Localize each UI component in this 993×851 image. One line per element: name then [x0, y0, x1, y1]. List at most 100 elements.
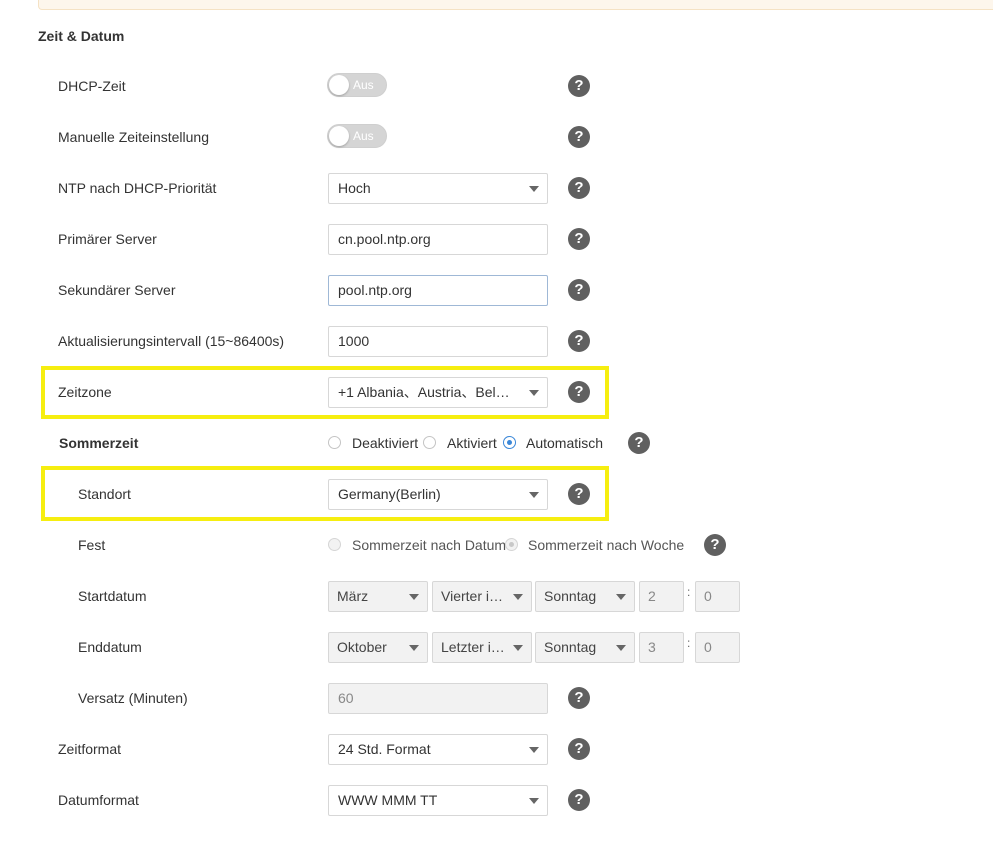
- chevron-down-icon: [529, 186, 539, 192]
- primary-server-label: Primärer Server: [58, 231, 157, 247]
- select-value: Sonntag: [544, 588, 597, 604]
- help-icon[interactable]: ?: [568, 789, 590, 811]
- start-hour-input[interactable]: 2: [639, 581, 684, 612]
- start-day-select[interactable]: Sonntag: [535, 581, 635, 612]
- row-date-format: Datumformat WWW MMM TT ?: [0, 780, 993, 820]
- time-format-label: Zeitformat: [58, 741, 122, 757]
- row-ntp-priority: NTP nach DHCP-Priorität Hoch ?: [0, 168, 993, 208]
- help-icon[interactable]: ?: [704, 534, 726, 556]
- date-format-select[interactable]: WWW MMM TT: [328, 785, 548, 816]
- offset-input[interactable]: 60: [328, 683, 548, 714]
- toggle-state-text: Aus: [353, 78, 374, 92]
- start-minute-input[interactable]: 0: [695, 581, 740, 612]
- manual-time-toggle[interactable]: Aus: [327, 124, 387, 148]
- update-interval-input[interactable]: 1000: [328, 326, 548, 357]
- end-day-select[interactable]: Sonntag: [535, 632, 635, 663]
- row-dst: Sommerzeit Deaktiviert Aktiviert Automat…: [0, 423, 993, 463]
- toggle-knob: [329, 75, 349, 95]
- timezone-label: Zeitzone: [58, 384, 112, 400]
- input-value: 1000: [338, 333, 370, 349]
- select-value: WWW MMM TT: [338, 792, 438, 808]
- location-select[interactable]: Germany(Berlin): [328, 479, 548, 510]
- dst-radio-enabled[interactable]: [423, 436, 436, 449]
- fixed-radio-by-date[interactable]: [328, 538, 341, 551]
- row-location: Standort Germany(Berlin) ?: [0, 474, 993, 514]
- location-label: Standort: [78, 486, 131, 502]
- notice-bar: [38, 0, 993, 10]
- manual-time-label: Manuelle Zeiteinstellung: [58, 129, 209, 145]
- toggle-knob: [329, 126, 349, 146]
- end-week-select[interactable]: Letzter i…: [432, 632, 532, 663]
- select-value: Sonntag: [544, 639, 597, 655]
- input-value: pool.ntp.org: [338, 282, 412, 298]
- select-value: Oktober: [337, 639, 387, 655]
- chevron-down-icon: [529, 747, 539, 753]
- time-separator: :: [687, 585, 691, 599]
- fixed-radio-by-week[interactable]: [505, 538, 518, 551]
- dhcp-time-label: DHCP-Zeit: [58, 78, 126, 94]
- dst-radio-disabled[interactable]: [328, 436, 341, 449]
- end-month-select[interactable]: Oktober: [328, 632, 428, 663]
- select-value: Letzter i…: [441, 639, 505, 655]
- help-icon[interactable]: ?: [568, 381, 590, 403]
- ntp-priority-select[interactable]: Hoch: [328, 173, 548, 204]
- row-start-date: Startdatum März Vierter i… Sonntag 2 : 0: [0, 576, 993, 616]
- help-icon[interactable]: ?: [628, 432, 650, 454]
- timezone-select[interactable]: +1 Albania、Austria、Belgium、Bosnia…: [328, 377, 548, 408]
- help-icon[interactable]: ?: [568, 126, 590, 148]
- dhcp-time-toggle[interactable]: Aus: [327, 73, 387, 97]
- input-value: 0: [704, 639, 712, 655]
- input-value: 0: [704, 588, 712, 604]
- offset-label: Versatz (Minuten): [78, 690, 188, 706]
- select-value: 24 Std. Format: [338, 741, 431, 757]
- select-value: März: [337, 588, 369, 604]
- help-icon[interactable]: ?: [568, 228, 590, 250]
- update-interval-label: Aktualisierungsintervall (15~86400s): [58, 333, 285, 349]
- input-value: 2: [648, 588, 656, 604]
- section-title: Zeit & Datum: [38, 28, 125, 44]
- start-week-select[interactable]: Vierter i…: [432, 581, 532, 612]
- chevron-down-icon: [529, 390, 539, 396]
- help-icon[interactable]: ?: [568, 177, 590, 199]
- start-date-label: Startdatum: [78, 588, 147, 604]
- chevron-down-icon: [409, 594, 419, 600]
- dst-label: Sommerzeit: [59, 435, 139, 451]
- time-format-select[interactable]: 24 Std. Format: [328, 734, 548, 765]
- end-hour-input[interactable]: 3: [639, 632, 684, 663]
- row-timezone: Zeitzone +1 Albania、Austria、Belgium、Bosn…: [0, 372, 993, 412]
- select-value: Germany(Berlin): [338, 486, 441, 502]
- dst-radio-automatic[interactable]: [503, 436, 516, 449]
- dst-option-label: Automatisch: [526, 435, 604, 451]
- help-icon[interactable]: ?: [568, 483, 590, 505]
- help-icon[interactable]: ?: [568, 330, 590, 352]
- row-secondary-server: Sekundärer Server pool.ntp.org ?: [0, 270, 993, 310]
- chevron-down-icon: [529, 492, 539, 498]
- start-month-select[interactable]: März: [328, 581, 428, 612]
- ntp-priority-label: NTP nach DHCP-Priorität: [58, 180, 217, 196]
- select-value: Hoch: [338, 180, 371, 196]
- input-value: 3: [648, 639, 656, 655]
- input-value: cn.pool.ntp.org: [338, 231, 431, 247]
- end-minute-input[interactable]: 0: [695, 632, 740, 663]
- help-icon[interactable]: ?: [568, 75, 590, 97]
- row-dhcp-time: DHCP-Zeit Aus ?: [0, 66, 993, 106]
- date-format-label: Datumformat: [58, 792, 139, 808]
- chevron-down-icon: [529, 798, 539, 804]
- select-value: Vierter i…: [441, 588, 503, 604]
- help-icon[interactable]: ?: [568, 738, 590, 760]
- chevron-down-icon: [616, 594, 626, 600]
- secondary-server-input[interactable]: pool.ntp.org: [328, 275, 548, 306]
- primary-server-input[interactable]: cn.pool.ntp.org: [328, 224, 548, 255]
- dst-option-label: Aktiviert: [447, 435, 497, 451]
- select-value: +1 Albania、Austria、Belgium、Bosnia…: [338, 384, 516, 400]
- chevron-down-icon: [513, 645, 523, 651]
- fixed-label: Fest: [78, 537, 106, 553]
- help-icon[interactable]: ?: [568, 279, 590, 301]
- chevron-down-icon: [616, 645, 626, 651]
- row-manual-time: Manuelle Zeiteinstellung Aus ?: [0, 117, 993, 157]
- fixed-option-label: Sommerzeit nach Woche: [528, 537, 685, 553]
- secondary-server-label: Sekundärer Server: [58, 282, 176, 298]
- row-fixed: Fest Sommerzeit nach Datum Sommerzeit na…: [0, 525, 993, 565]
- row-end-date: Enddatum Oktober Letzter i… Sonntag 3 : …: [0, 627, 993, 667]
- help-icon[interactable]: ?: [568, 687, 590, 709]
